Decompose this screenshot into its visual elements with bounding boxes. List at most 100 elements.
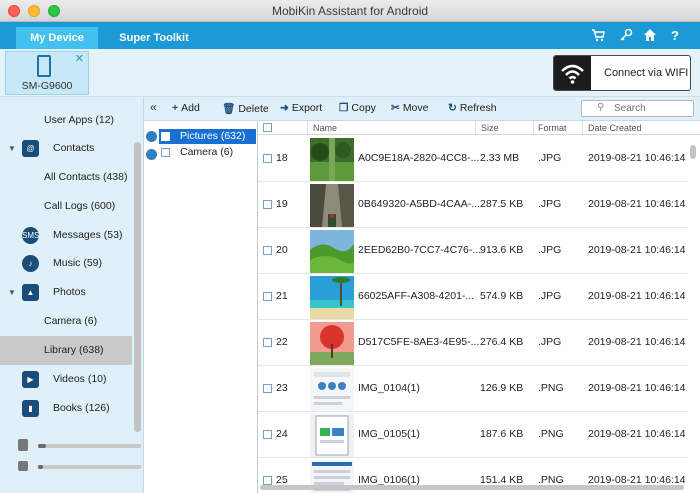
phone-storage-bar: [38, 444, 141, 448]
sidebar-item-music[interactable]: ♪ Music (59): [0, 249, 132, 278]
folder-checkbox[interactable]: [161, 132, 170, 141]
device-name: SM-G9600: [21, 80, 73, 92]
sidebar-item-videos[interactable]: ▶ Videos (10): [0, 365, 132, 394]
row-checkbox[interactable]: [263, 292, 272, 301]
folder-item-camera[interactable]: Camera (6): [159, 145, 256, 160]
copy-icon: ❐: [339, 102, 349, 114]
row-number: 19: [276, 198, 288, 210]
date-created: 2019-08-21 10:46:14: [588, 290, 686, 302]
phone-icon: [37, 55, 51, 77]
window-title: MobiKin Assistant for Android: [271, 4, 429, 18]
move-label: Move: [402, 102, 429, 114]
wifi-icon: [554, 56, 591, 90]
sidebar-item-contacts[interactable]: ▼ @ Contacts: [0, 134, 132, 163]
row-checkbox[interactable]: [263, 338, 272, 347]
folder-sync-icon: [146, 149, 157, 160]
file-size: 187.6 KB: [480, 428, 524, 440]
row-checkbox[interactable]: [263, 200, 272, 209]
horizontal-scroll-thumb[interactable]: [260, 485, 684, 490]
folder-checkbox[interactable]: [161, 148, 170, 157]
sidebar-item-library[interactable]: Library (638): [0, 336, 132, 365]
help-icon[interactable]: ?: [667, 28, 683, 44]
phone-storage-fill: [38, 444, 47, 448]
collapse-panel-icon[interactable]: «: [150, 100, 157, 114]
column-header-date[interactable]: Date Created: [588, 123, 642, 133]
search-icon: ⚲: [597, 102, 605, 113]
photo-thumbnail[interactable]: [310, 414, 354, 457]
connect-wifi-label: Connect via WIFI: [604, 67, 689, 79]
sidebar-item-label: Books (126): [53, 402, 110, 414]
photo-thumbnail[interactable]: [310, 368, 354, 411]
file-name: IMG_0105(1): [358, 428, 420, 440]
file-size: 276.4 KB: [480, 336, 524, 348]
file-format: .PNG: [538, 428, 564, 440]
copy-button[interactable]: ❐ Copy: [339, 102, 376, 114]
tab-my-device[interactable]: My Device: [16, 27, 98, 49]
photos-icon: ▲: [22, 284, 39, 301]
sidebar-item-books[interactable]: ▮ Books (126): [0, 394, 132, 423]
tab-super-toolkit[interactable]: Super Toolkit: [112, 27, 196, 49]
file-name: 66025AFF-A308-4201-...: [358, 290, 475, 302]
column-header-format[interactable]: Format: [538, 123, 567, 133]
sidebar-item-label: Contacts: [53, 142, 95, 154]
photo-thumbnail[interactable]: [310, 322, 354, 365]
disconnect-icon[interactable]: ✕: [75, 52, 84, 65]
sidebar-scrollbar[interactable]: [134, 142, 141, 432]
table-row[interactable]: 18 A0C9E18A-2820-4CC8-... 2.33 MB .JPG 2019-…: [258, 136, 688, 182]
folder-item-pictures[interactable]: Pictures (632): [159, 129, 256, 144]
column-header-name[interactable]: Name: [313, 123, 337, 133]
row-checkbox[interactable]: [263, 246, 272, 255]
table-row[interactable]: 21 66025AFF-A308-4201-... 574.9 KB .JPG 2019…: [258, 274, 688, 320]
cart-icon[interactable]: [590, 28, 606, 44]
sd-storage-fill: [38, 465, 44, 469]
sidebar-item-all-contacts[interactable]: All Contacts (438): [0, 163, 132, 192]
search-box[interactable]: ⚲: [581, 100, 694, 117]
expanded-arrow-icon[interactable]: ▼: [8, 278, 16, 307]
sidebar-item-photos[interactable]: ▼ ▲ Photos: [0, 278, 132, 307]
date-created: 2019-08-21 10:46:14: [588, 336, 686, 348]
photo-thumbnail[interactable]: [310, 230, 354, 273]
export-button[interactable]: ➜ Export: [280, 102, 322, 114]
key-icon[interactable]: [618, 28, 634, 44]
table-row[interactable]: 19 0B649320-A5BD-4CAA-... 287.5 KB .JPG 2019…: [258, 182, 688, 228]
sidebar-item-label: Camera (6): [44, 315, 98, 327]
table-row[interactable]: 20 2EED62B0-7CC7-4C76-... 913.6 KB .JPG 2019…: [258, 228, 688, 274]
photo-thumbnail[interactable]: [310, 138, 354, 181]
row-checkbox[interactable]: [263, 154, 272, 163]
row-checkbox[interactable]: [263, 384, 272, 393]
file-size: 126.9 KB: [480, 382, 524, 394]
row-checkbox[interactable]: [263, 430, 272, 439]
sidebar-item-camera[interactable]: Camera (6): [0, 307, 132, 336]
column-header-size[interactable]: Size: [481, 123, 499, 133]
device-card[interactable]: ✕ SM-G9600: [5, 51, 89, 95]
table-row[interactable]: 22 D517C5FE-8AE3-4E95-... 276.4 KB .JPG 2019…: [258, 320, 688, 366]
date-created: 2019-08-21 10:46:14: [588, 382, 686, 394]
add-button[interactable]: + Add: [172, 102, 200, 114]
date-created: 2019-08-21 10:46:14: [588, 428, 686, 440]
column-divider: [475, 121, 476, 134]
file-format: .JPG: [538, 152, 562, 164]
file-name: D517C5FE-8AE3-4E95-...: [358, 336, 480, 348]
books-icon: ▮: [22, 400, 39, 417]
expanded-arrow-icon[interactable]: ▼: [8, 134, 16, 163]
sidebar-item-call-logs[interactable]: Call Logs (600): [0, 192, 132, 221]
file-size: 913.6 KB: [480, 244, 524, 256]
date-created: 2019-08-21 10:46:14: [588, 198, 686, 210]
photo-thumbnail[interactable]: [310, 184, 354, 227]
select-all-checkbox[interactable]: [263, 123, 272, 132]
refresh-button[interactable]: ↻ Refresh: [448, 102, 497, 114]
table-scrollbar[interactable]: [690, 145, 696, 159]
search-input[interactable]: [614, 102, 690, 115]
photo-thumbnail[interactable]: [310, 276, 354, 319]
home-icon[interactable]: [642, 28, 658, 44]
connect-wifi-button[interactable]: Connect via WIFI: [553, 55, 691, 91]
sidebar-item-user-apps[interactable]: User Apps (12): [0, 106, 132, 135]
table-row[interactable]: 24 IMG_0105(1) 187.6 KB .PNG 2019-08-21 10:4…: [258, 412, 688, 458]
delete-button[interactable]: 🗑 Delete: [222, 102, 269, 115]
table-row[interactable]: 23 IMG_0104(1) 126.9 KB .PNG 2019-08-21 10:4…: [258, 366, 688, 412]
file-format: .JPG: [538, 244, 562, 256]
horizontal-scrollbar[interactable]: [258, 484, 688, 491]
move-button[interactable]: ✂ Move: [391, 102, 429, 114]
sidebar-item-messages[interactable]: SMS Messages (53): [0, 221, 132, 250]
header-divider: [258, 134, 700, 135]
